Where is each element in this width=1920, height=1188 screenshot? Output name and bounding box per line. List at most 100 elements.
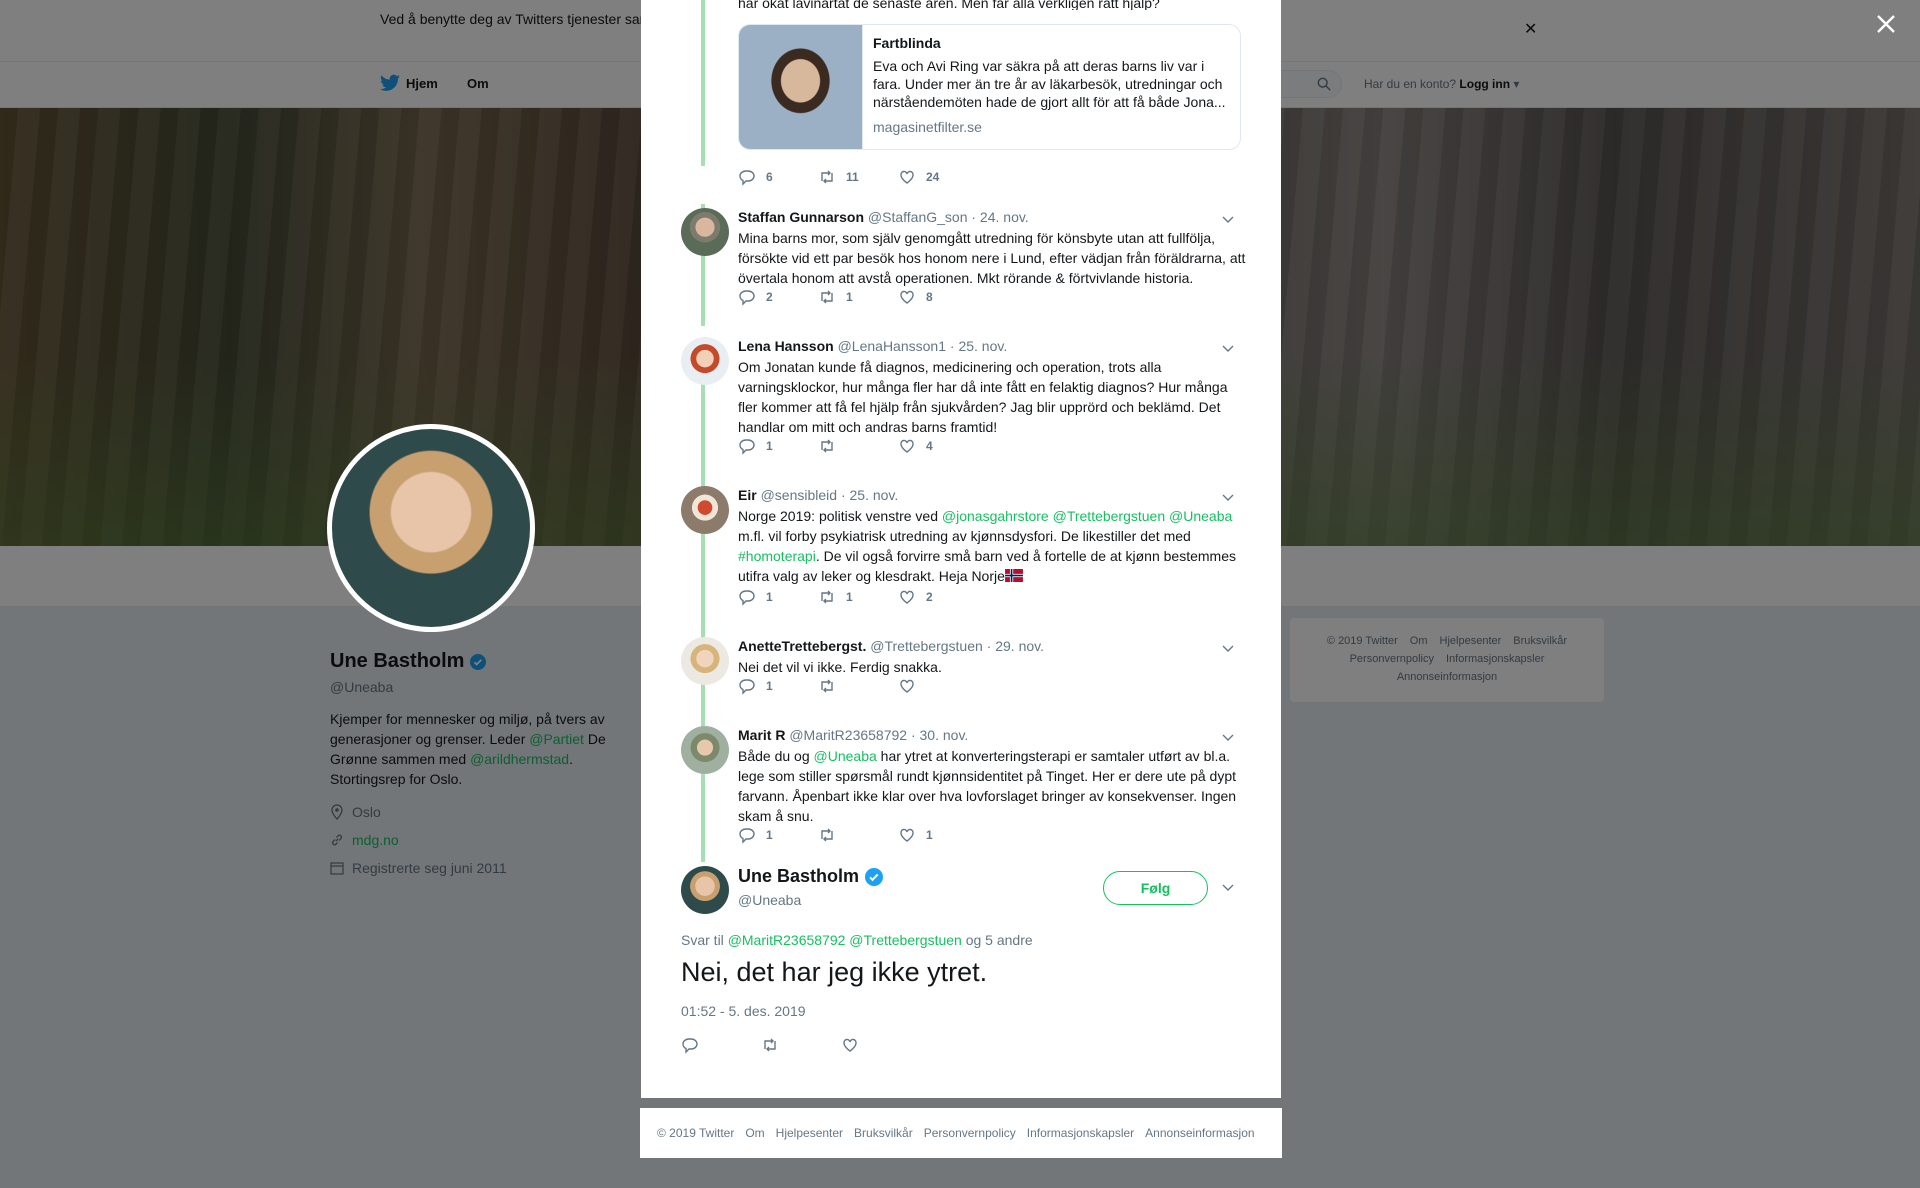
mention-links[interactable]: @jonasgahrstore @Trettebergstuen @Uneaba [942, 508, 1232, 524]
reply-button[interactable]: 6 [738, 168, 818, 186]
card-description: Eva och Avi Ring var säkra på att deras … [873, 58, 1226, 110]
heart-icon [900, 290, 914, 304]
author-handle[interactable]: @LenaHansson1 [838, 338, 946, 354]
author-name[interactable]: Marit R [738, 727, 785, 743]
chevron-down-icon[interactable] [1221, 341, 1235, 355]
like-count: 8 [926, 290, 933, 304]
footer-item[interactable]: Hjelpesenter [776, 1126, 843, 1140]
tweet-date[interactable]: · 25. nov. [841, 487, 898, 503]
reply-button[interactable]: 1 [738, 677, 818, 695]
tweet-header: Marit R @MaritR23658792 · 30. nov. [738, 726, 968, 744]
tweet-actions: 2 1 8 [738, 288, 978, 306]
thread-line [701, 682, 705, 728]
author-name[interactable]: Eir [738, 487, 757, 503]
retweet-icon [821, 590, 833, 604]
mention-link[interactable]: @Uneaba [814, 748, 877, 764]
retweet-button[interactable] [818, 677, 898, 695]
footer-item[interactable]: Personvernpolicy [924, 1126, 1016, 1140]
retweet-button[interactable] [818, 826, 898, 844]
reply-button[interactable]: 1 [738, 826, 818, 844]
like-button[interactable] [898, 677, 978, 695]
footer-item[interactable]: Bruksvilkår [854, 1126, 913, 1140]
avatar[interactable] [681, 637, 729, 685]
like-button[interactable]: 1 [898, 826, 978, 844]
author-handle[interactable]: @StaffanG_son [868, 209, 968, 225]
reply-prefix: Svar til [681, 932, 728, 948]
like-count: 4 [926, 439, 933, 453]
retweet-count: 1 [846, 290, 853, 304]
tweet-actions: 1 [738, 677, 978, 695]
chevron-down-icon[interactable] [1221, 730, 1235, 744]
like-button[interactable]: 2 [898, 588, 978, 606]
avatar[interactable] [681, 486, 729, 534]
chevron-down-icon[interactable] [1221, 880, 1235, 894]
avatar[interactable] [681, 208, 729, 256]
reply-icon [739, 290, 755, 306]
retweet-icon [821, 828, 833, 842]
author-name[interactable]: Lena Hansson [738, 338, 834, 354]
reply-icon [739, 170, 755, 186]
reply-icon[interactable] [681, 1036, 699, 1054]
reply-icon [739, 828, 755, 844]
like-button[interactable]: 24 [898, 168, 978, 186]
avatar[interactable] [681, 726, 729, 774]
reply-count: 1 [766, 828, 773, 842]
reply-count: 1 [766, 590, 773, 604]
like-button[interactable]: 8 [898, 288, 978, 306]
close-icon[interactable] [1874, 12, 1898, 36]
retweet-button[interactable]: 1 [818, 288, 898, 306]
author-handle[interactable]: @sensibleid [761, 487, 837, 503]
retweet-button[interactable] [818, 437, 898, 455]
footer-item[interactable]: Informasjonskapsler [1027, 1126, 1134, 1140]
tweet-date[interactable]: · 25. nov. [950, 338, 1007, 354]
retweet-icon [821, 170, 833, 184]
chevron-down-icon[interactable] [1221, 212, 1235, 226]
heart-icon[interactable] [841, 1036, 859, 1054]
reply-to-line: Svar til @MaritR23658792 @Trettebergstue… [681, 932, 1033, 948]
like-button[interactable]: 4 [898, 437, 978, 455]
tweet-actions: 1 1 2 [738, 588, 978, 606]
reply-to-links[interactable]: @MaritR23658792 @Trettebergstuen [728, 932, 962, 948]
link-card[interactable]: Fartblinda Eva och Avi Ring var säkra på… [738, 24, 1241, 150]
card-domain: magasinetfilter.se [873, 119, 982, 135]
main-author-handle[interactable]: @Uneaba [738, 892, 801, 908]
like-count: 1 [926, 828, 933, 842]
heart-icon [900, 679, 914, 693]
tweet-date[interactable]: · 29. nov. [987, 638, 1044, 654]
reply-icon [739, 439, 755, 455]
tweet-text-part: Både du og [738, 748, 814, 764]
main-tweet-text: Nei, det har jeg ikke ytret. [681, 957, 988, 987]
reply-button[interactable]: 2 [738, 288, 818, 306]
reply-button[interactable]: 1 [738, 588, 818, 606]
like-count: 2 [926, 590, 933, 604]
heart-icon [900, 170, 914, 184]
tweet-text: Både du og @Uneaba har ytret at konverte… [738, 746, 1248, 826]
chevron-down-icon[interactable] [1221, 641, 1235, 655]
hashtag-link[interactable]: #homoterapi [738, 548, 816, 564]
footer-item[interactable]: Annonseinformasjon [1145, 1126, 1254, 1140]
author-name[interactable]: Staffan Gunnarson [738, 209, 864, 225]
follow-button[interactable]: Følg [1103, 871, 1208, 905]
retweet-button[interactable]: 1 [818, 588, 898, 606]
main-author-name[interactable]: Une Bastholm [738, 866, 859, 887]
tweet-date[interactable]: · 30. nov. [911, 727, 968, 743]
author-handle[interactable]: @MaritR23658792 [789, 727, 907, 743]
reply-count: 1 [766, 439, 773, 453]
reply-icon [739, 679, 755, 695]
footer-item[interactable]: Om [745, 1126, 764, 1140]
author-name[interactable]: AnetteTrettebergst. [738, 638, 866, 654]
retweet-icon[interactable] [761, 1036, 779, 1054]
card-title: Fartblinda [873, 35, 941, 51]
author-handle[interactable]: @Trettebergstuen [870, 638, 983, 654]
avatar[interactable] [681, 337, 729, 385]
profile-avatar[interactable] [327, 424, 535, 632]
heart-icon [900, 439, 914, 453]
retweet-button[interactable]: 11 [818, 168, 898, 186]
main-tweet-timestamp[interactable]: 01:52 - 5. des. 2019 [681, 1003, 806, 1019]
chevron-down-icon[interactable] [1221, 490, 1235, 504]
reply-suffix[interactable]: og 5 andre [962, 932, 1033, 948]
avatar[interactable] [681, 866, 729, 914]
reply-count: 2 [766, 290, 773, 304]
reply-button[interactable]: 1 [738, 437, 818, 455]
tweet-date[interactable]: · 24. nov. [971, 209, 1028, 225]
